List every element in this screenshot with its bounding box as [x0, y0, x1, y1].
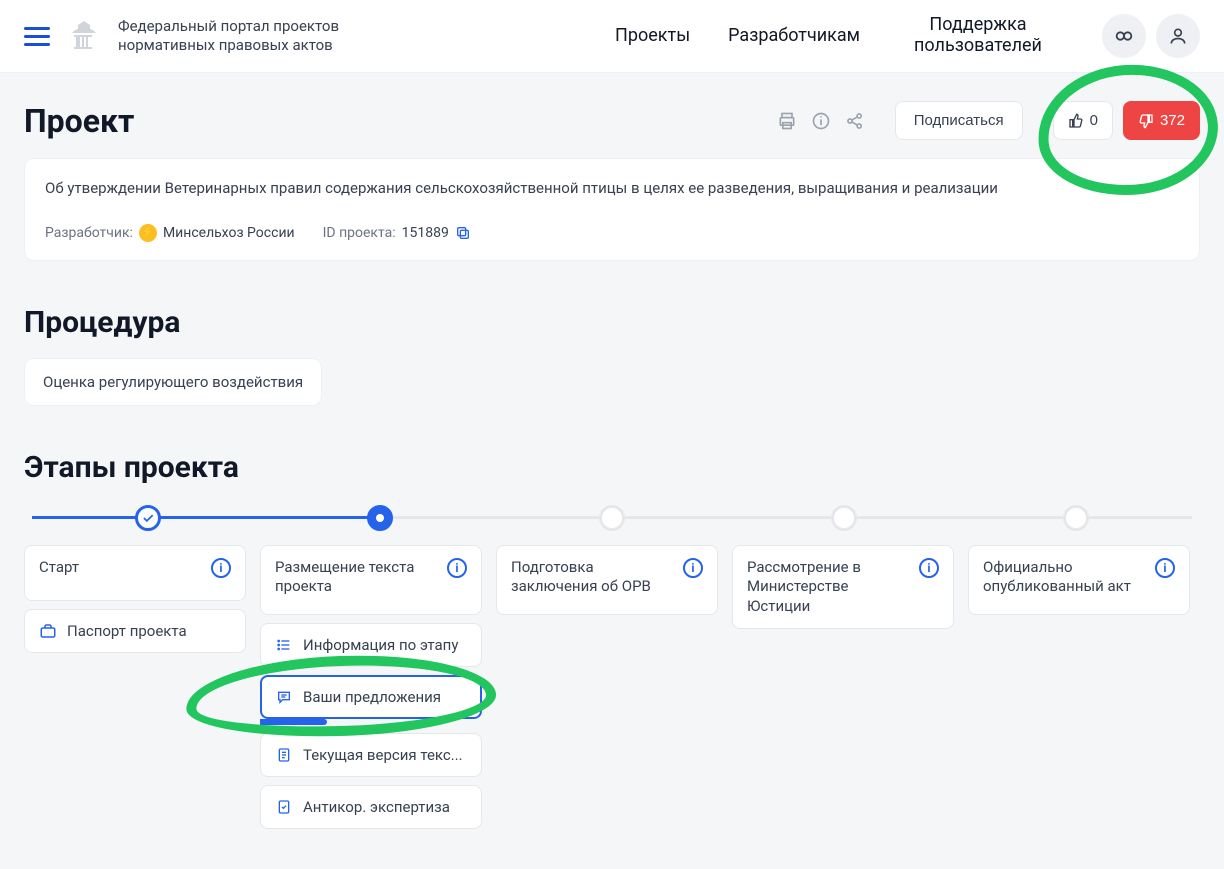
sub-stage-anticorruption[interactable]: Антикор. экспертиза: [260, 785, 482, 829]
site-title: Федеральный портал проектов нормативных …: [118, 17, 378, 56]
stage-col-3: Подготовка заключения об ОРВ i: [496, 545, 718, 829]
timeline-node-3[interactable]: [599, 505, 625, 531]
stage-card-published[interactable]: Официально опубликованный акт i: [968, 545, 1190, 615]
timeline: Старт i Паспорт проекта Размещение текст…: [24, 503, 1200, 829]
meta-project-id: ID проекта: 151889: [323, 225, 471, 241]
procedure-heading: Процедура: [24, 305, 1200, 340]
info-icon[interactable]: i: [683, 558, 703, 578]
info-icon[interactable]: i: [919, 558, 939, 578]
sub-stage-info[interactable]: Информация по этапу: [260, 623, 482, 667]
dislike-count: 372: [1160, 112, 1185, 129]
timeline-node-2[interactable]: [367, 505, 393, 531]
info-icon[interactable]: i: [447, 558, 467, 578]
main-nav: Проекты Разработчикам Поддержка пользова…: [615, 15, 1058, 56]
stage-col-5: Официально опубликованный акт i: [968, 545, 1190, 829]
developer-badge-icon: ⚡: [139, 224, 157, 242]
menu-button[interactable]: [24, 23, 50, 49]
info-icon[interactable]: i: [211, 558, 231, 578]
sub-stage-suggestions[interactable]: Ваши предложения: [260, 675, 482, 719]
project-card: Об утверждении Ветеринарных правил содер…: [24, 158, 1200, 261]
stage-col-4: Рассмотрение в Министерстве Юстиции i: [732, 545, 954, 829]
briefcase-icon: [39, 622, 57, 640]
nav-support[interactable]: Поддержка пользователей: [898, 15, 1058, 56]
print-icon[interactable]: [777, 111, 797, 131]
like-button[interactable]: 0: [1053, 101, 1113, 140]
project-title-row: Проект Подписаться 0 372: [24, 101, 1200, 140]
header-icons: [1102, 14, 1200, 58]
stages-heading: Этапы проекта: [24, 450, 1200, 485]
page-title: Проект: [24, 102, 134, 140]
meta-developer: Разработчик: ⚡ Минсельхоз России: [45, 224, 295, 242]
info-icon[interactable]: [811, 111, 831, 131]
share-icon[interactable]: [845, 111, 865, 131]
nav-developers[interactable]: Разработчикам: [728, 26, 860, 47]
stage-card-start[interactable]: Старт i: [24, 545, 246, 601]
user-button[interactable]: [1156, 14, 1200, 58]
accessibility-button[interactable]: [1102, 14, 1146, 58]
stage-col-2: Размещение текста проекта i Информация п…: [260, 545, 482, 829]
stage-col-1: Старт i Паспорт проекта: [24, 545, 246, 829]
nav-projects[interactable]: Проекты: [615, 26, 690, 47]
stage-card-orv[interactable]: Подготовка заключения об ОРВ i: [496, 545, 718, 615]
timeline-node-5[interactable]: [1063, 505, 1089, 531]
list-icon: [275, 636, 293, 654]
copy-id-button[interactable]: [455, 225, 471, 241]
emblem-icon: [66, 18, 102, 54]
progress-bar: [260, 719, 327, 725]
timeline-node-4[interactable]: [831, 505, 857, 531]
header: Федеральный портал проектов нормативных …: [0, 0, 1224, 73]
thumbs-up-icon: [1068, 113, 1084, 129]
like-count: 0: [1090, 112, 1098, 129]
check-document-icon: [275, 798, 293, 816]
thumbs-down-icon: [1138, 113, 1154, 129]
comment-icon: [275, 688, 293, 706]
stage-card-ministry[interactable]: Рассмотрение в Министерстве Юстиции i: [732, 545, 954, 630]
procedure-chip[interactable]: Оценка регулирующего воздействия: [24, 358, 322, 406]
document-icon: [275, 746, 293, 764]
tool-icons: [777, 111, 865, 131]
subscribe-button[interactable]: Подписаться: [895, 101, 1023, 140]
timeline-node-1[interactable]: [135, 505, 161, 531]
info-icon[interactable]: i: [1155, 558, 1175, 578]
project-full-title: Об утверждении Ветеринарных правил содер…: [45, 177, 1179, 200]
passport-link[interactable]: Паспорт проекта: [24, 609, 246, 653]
project-meta: Разработчик: ⚡ Минсельхоз России ID прое…: [45, 224, 1179, 242]
sub-stage-current-version[interactable]: Текущая версия текс...: [260, 733, 482, 777]
stage-card-text[interactable]: Размещение текста проекта i: [260, 545, 482, 615]
dislike-button[interactable]: 372: [1123, 101, 1200, 140]
